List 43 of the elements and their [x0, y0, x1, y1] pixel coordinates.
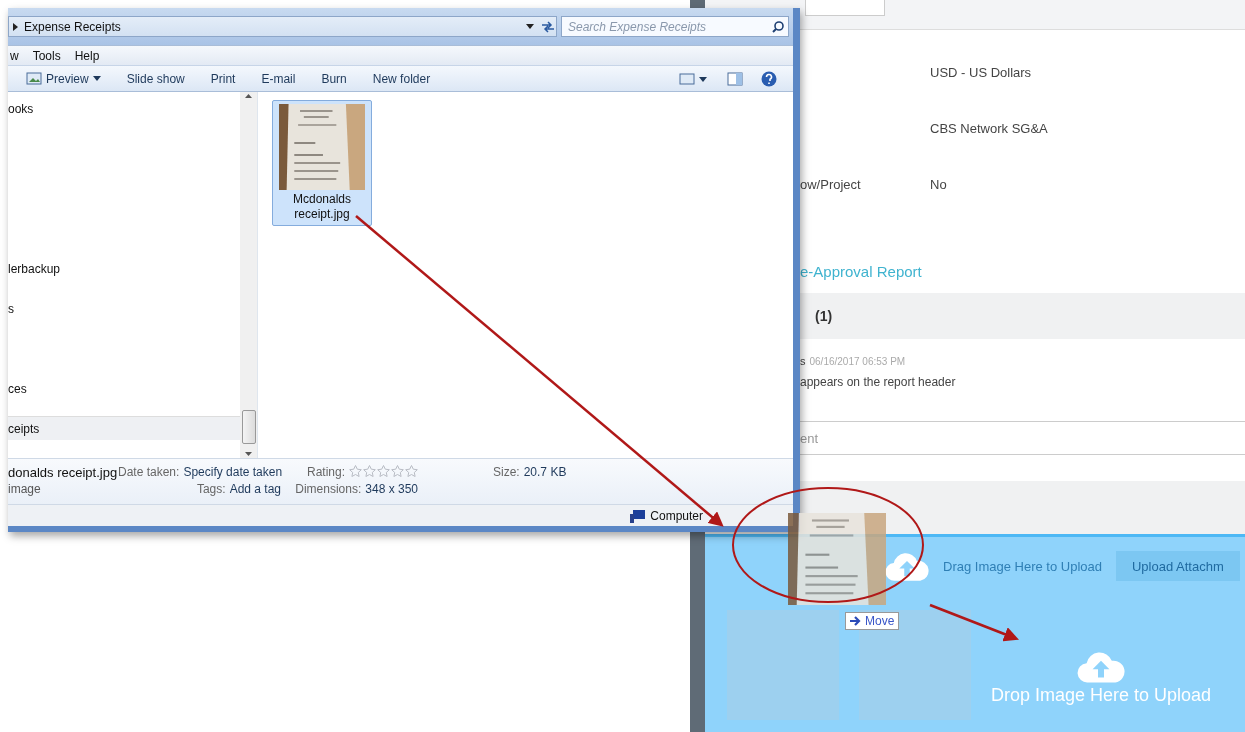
- comments-count: (1): [815, 308, 833, 324]
- detail-label: Rating:: [306, 464, 345, 481]
- file-item[interactable]: Mcdonalds receipt.jpg: [272, 100, 372, 226]
- address-text: Expense Receipts: [24, 19, 121, 34]
- file-name: Mcdonalds receipt.jpg: [292, 192, 352, 222]
- drop-text: Drop Image Here to Upload: [991, 685, 1212, 707]
- toolbar-button[interactable]: Print: [198, 67, 248, 90]
- detail-value: 348 x 350: [365, 481, 418, 498]
- comment-author: s: [800, 355, 806, 367]
- detail-label: Date taken:: [118, 464, 180, 481]
- toolbar-button[interactable]: Burn: [309, 67, 359, 90]
- comment-date: 06/16/2017 06:53 PM: [809, 356, 906, 367]
- detail-label: Size:: [493, 464, 520, 481]
- detail-value[interactable]: Add a tag: [229, 481, 281, 499]
- move-tooltip: Move: [845, 612, 900, 630]
- upload-hint: Drag Image Here to Upload: [943, 558, 1102, 574]
- nav-item[interactable]: lerbackup: [8, 256, 240, 280]
- search-field[interactable]: Search Expense Receipts: [561, 16, 789, 37]
- nav-item[interactable]: s: [8, 296, 240, 320]
- comment-field[interactable]: ent: [800, 421, 1245, 455]
- menu-item[interactable]: Help: [74, 48, 100, 63]
- detail-value[interactable]: Specify date taken: [183, 464, 283, 482]
- nav-item[interactable]: ces: [8, 376, 240, 400]
- menu-item[interactable]: Tools: [32, 48, 61, 63]
- detail-label: Dimensions:: [295, 481, 362, 498]
- field-label: ow/Project: [800, 177, 861, 192]
- file-name: donalds receipt.jpg: [8, 464, 118, 482]
- menu-item[interactable]: w: [10, 48, 19, 63]
- detail-label: Tags:: [196, 481, 226, 498]
- field-value: USD - US Dollars: [930, 65, 1032, 80]
- nav-item[interactable]: ceipts: [8, 416, 240, 440]
- toolbar-button[interactable]: E-mail: [249, 67, 308, 90]
- nav-item[interactable]: ooks: [8, 96, 240, 120]
- file-type: image: [8, 481, 42, 498]
- field-value: CBS Network SG&A: [930, 121, 1048, 136]
- comment-text: appears on the report header: [800, 375, 957, 389]
- status-text: Computer: [630, 508, 703, 523]
- detail-value: 20.7 KB: [523, 464, 567, 481]
- field-value: No: [930, 177, 947, 192]
- address-bar[interactable]: Expense Receipts: [8, 16, 557, 37]
- toolbar-button[interactable]: Preview: [14, 67, 113, 90]
- toolbar-button[interactable]: New folder: [360, 67, 443, 90]
- toolbar-button[interactable]: Slide show: [114, 67, 197, 90]
